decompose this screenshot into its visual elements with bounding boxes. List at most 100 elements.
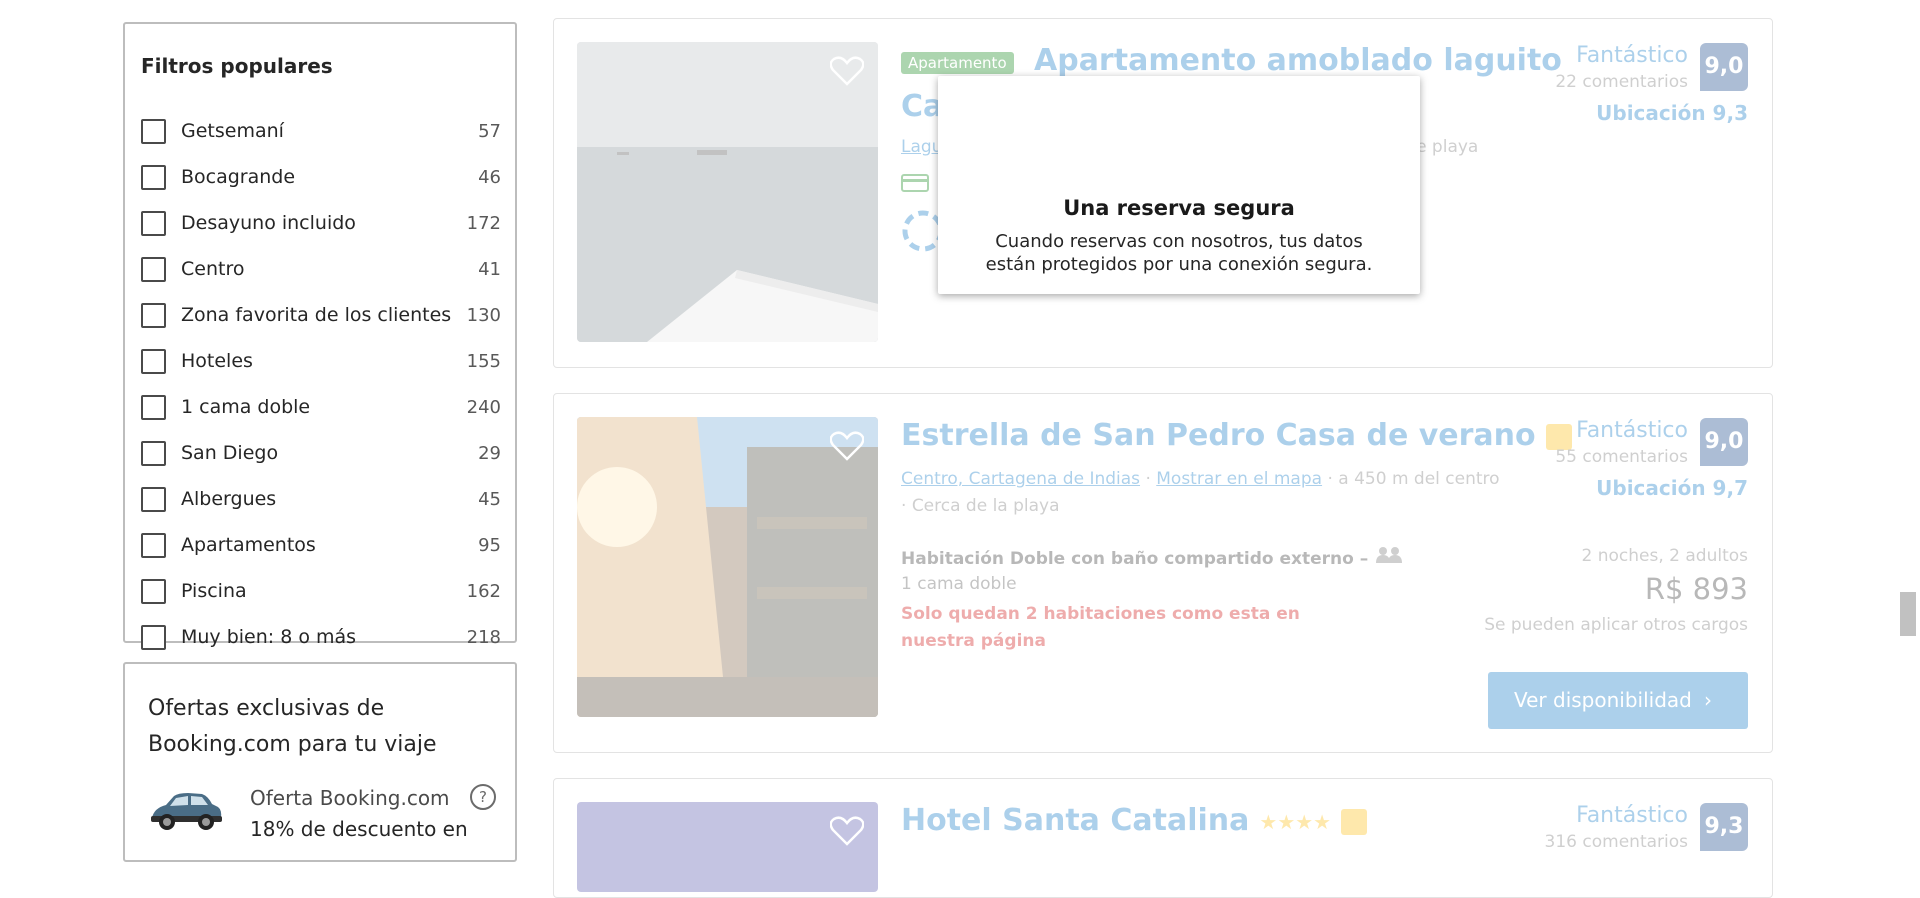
filter-zona-favorita[interactable]: Zona favorita de los clientes 130	[141, 298, 501, 332]
filter-count: 41	[478, 258, 501, 280]
room-name: Habitación Doble con baño compartido ext…	[901, 546, 1404, 569]
filter-count: 29	[478, 442, 501, 464]
filter-checkbox[interactable]	[141, 256, 166, 282]
property-photo[interactable]	[577, 417, 878, 717]
filter-hoteles[interactable]: Hoteles 155	[141, 344, 501, 378]
filter-checkbox[interactable]	[141, 486, 166, 512]
filter-label: Hoteles	[181, 350, 253, 372]
filter-label: Apartamentos	[181, 534, 316, 556]
offers-title: Ofertas exclusivas de Booking.com para t…	[148, 696, 437, 757]
location-link[interactable]: Lagu	[901, 137, 942, 157]
location-link[interactable]: Centro, Cartagena de Indias	[901, 469, 1140, 489]
location-line: Centro, Cartagena de Indias · Mostrar en…	[901, 469, 1500, 489]
exclusive-offers-panel: Ofertas exclusivas de Booking.com para t…	[123, 662, 517, 862]
beach-text: · Cerca de la playa	[901, 496, 1060, 516]
filter-checkbox[interactable]	[141, 164, 166, 190]
filter-piscina[interactable]: Piscina 162	[141, 574, 501, 608]
offer-discount: 18% de descuento en	[250, 817, 468, 841]
filter-checkbox[interactable]	[141, 210, 166, 236]
filter-albergues[interactable]: Albergues 45	[141, 482, 501, 516]
filters-title: Filtros populares	[141, 54, 333, 78]
filter-label: Desayuno incluido	[181, 212, 356, 234]
filter-label: Muy bien: 8 o más	[181, 626, 357, 648]
map-link[interactable]: Mostrar en el mapa	[1156, 469, 1322, 489]
filter-getsemani[interactable]: Getsemaní 57	[141, 114, 501, 148]
filter-count: 155	[466, 350, 501, 372]
filter-count: 130	[466, 304, 501, 326]
location-score: Ubicación 9,7	[1596, 476, 1748, 500]
review-score: 9,3	[1700, 803, 1748, 851]
filter-count: 172	[466, 212, 501, 234]
filter-label: Albergues	[181, 488, 277, 510]
filter-count: 57	[478, 120, 501, 142]
filter-checkbox[interactable]	[141, 348, 166, 374]
property-title[interactable]: Hotel Santa Catalina ★★★★	[901, 803, 1368, 838]
property-title-cont[interactable]: Ca	[901, 89, 943, 124]
location-score: Ubicación 9,3	[1596, 101, 1748, 125]
room-bed: 1 cama doble	[901, 574, 1017, 594]
filter-label: Piscina	[181, 580, 247, 602]
chevron-right-icon: ›	[1704, 688, 1712, 712]
review-count: 22 comentarios	[1555, 72, 1688, 92]
page-scrollbar[interactable]	[1894, 0, 1920, 849]
filter-checkbox[interactable]	[141, 532, 166, 558]
filter-bocagrande[interactable]: Bocagrande 46	[141, 160, 501, 194]
filter-checkbox[interactable]	[141, 624, 166, 650]
property-card: Estrella de San Pedro Casa de verano Cen…	[553, 393, 1773, 753]
dialog-body: Cuando reservas con nosotros, tus datos …	[985, 231, 1373, 275]
stay-summary: 2 noches, 2 adultos	[1581, 546, 1749, 566]
filter-san-diego[interactable]: San Diego 29	[141, 436, 501, 470]
filter-checkbox[interactable]	[141, 302, 166, 328]
popular-filters-panel: Filtros populares Getsemaní 57 Bocagrand…	[123, 22, 517, 650]
filter-count: 240	[466, 396, 501, 418]
filter-desayuno-incluido[interactable]: Desayuno incluido 172	[141, 206, 501, 240]
secure-booking-dialog: Una reserva segura Cuando reservas con n…	[938, 76, 1420, 294]
scrollbar-thumb[interactable]	[1900, 592, 1916, 636]
filter-count: 95	[478, 534, 501, 556]
see-availability-button[interactable]: Ver disponibilidad ›	[1488, 672, 1748, 729]
filter-count: 46	[478, 166, 501, 188]
filter-checkbox[interactable]	[141, 578, 166, 604]
guests-icon	[1374, 547, 1404, 569]
rating-word: Fantástico	[1576, 803, 1688, 828]
filter-label: San Diego	[181, 442, 279, 464]
scarcity-message: Solo quedan 2 habitaciones como esta en …	[901, 604, 1300, 651]
filter-count: 218	[466, 626, 501, 648]
filter-label: Bocagrande	[181, 166, 296, 188]
property-title[interactable]: Apartamento amoblado laguito	[1034, 43, 1562, 78]
filter-checkbox[interactable]	[141, 394, 166, 420]
dialog-title: Una reserva segura	[1063, 196, 1295, 220]
filter-label: 1 cama doble	[181, 396, 311, 418]
review-count: 316 comentarios	[1544, 832, 1688, 852]
extra-charges-note: Se pueden aplicar otros cargos	[1484, 615, 1748, 635]
heart-icon[interactable]	[829, 816, 865, 850]
offer-brand: Oferta Booking.com	[250, 786, 450, 810]
filter-count: 162	[466, 580, 501, 602]
price: R$ 893	[1644, 572, 1748, 606]
heart-icon[interactable]	[829, 431, 865, 465]
filter-label: Getsemaní	[181, 120, 284, 142]
filter-label: Zona favorita de los clientes	[181, 304, 452, 326]
rating-word: Fantástico	[1576, 43, 1688, 68]
filter-checkbox[interactable]	[141, 118, 166, 144]
property-photo[interactable]	[577, 802, 878, 892]
property-title[interactable]: Estrella de San Pedro Casa de verano	[901, 418, 1572, 453]
help-icon[interactable]: ?	[470, 784, 496, 810]
heart-icon[interactable]	[829, 56, 865, 90]
property-photo[interactable]	[577, 42, 878, 342]
car-icon	[148, 788, 224, 838]
review-score: 9,0	[1700, 43, 1748, 91]
card-icon	[901, 174, 929, 197]
filter-centro[interactable]: Centro 41	[141, 252, 501, 286]
filter-apartamentos[interactable]: Apartamentos 95	[141, 528, 501, 562]
filter-cama-doble[interactable]: 1 cama doble 240	[141, 390, 501, 424]
filter-muy-bien[interactable]: Muy bien: 8 o más 218	[141, 620, 501, 654]
property-card: Hotel Santa Catalina ★★★★ Fantástico 316 …	[553, 778, 1773, 898]
filter-checkbox[interactable]	[141, 440, 166, 466]
review-count: 55 comentarios	[1555, 447, 1688, 467]
star-rating-icon: ★★★★	[1259, 809, 1332, 834]
filter-count: 45	[478, 488, 501, 510]
review-score: 9,0	[1700, 418, 1748, 466]
thumbs-up-icon	[1341, 808, 1368, 835]
thumbs-up-icon	[1545, 423, 1572, 450]
